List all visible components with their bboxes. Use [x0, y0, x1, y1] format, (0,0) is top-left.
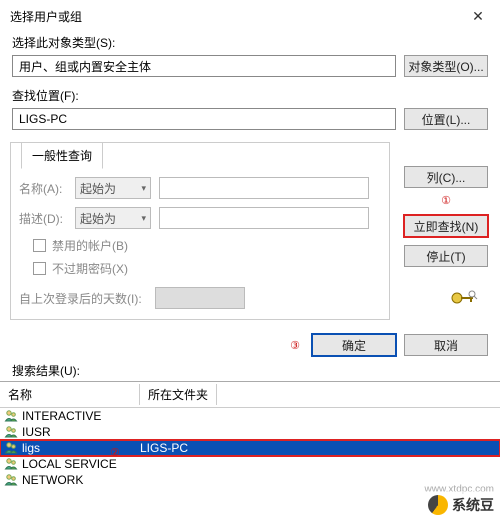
- dialog-title: 选择用户或组: [10, 8, 82, 25]
- non-expiring-password-checkbox[interactable]: [33, 262, 46, 275]
- non-expiring-password-label: 不过期密码(X): [52, 260, 128, 277]
- object-type-label: 选择此对象类型(S):: [0, 30, 500, 53]
- table-row[interactable]: ligs LIGS-PC: [0, 440, 500, 456]
- desc-input[interactable]: [159, 207, 369, 229]
- close-button[interactable]: ✕: [464, 6, 492, 26]
- row-name: LOCAL SERVICE: [22, 457, 117, 471]
- table-row[interactable]: IUSR: [0, 424, 500, 440]
- days-since-logon-label: 自上次登录后的天数(I):: [19, 290, 147, 307]
- desc-match-combo[interactable]: 起始为▾: [75, 207, 151, 229]
- desc-label: 描述(D):: [19, 210, 67, 227]
- user-group-icon: [4, 473, 18, 487]
- object-type-field[interactable]: 用户、组或内置安全主体: [12, 55, 396, 77]
- table-row[interactable]: LOCAL SERVICE: [0, 456, 500, 472]
- search-key-icon: [450, 290, 478, 306]
- results-header[interactable]: 名称 所在文件夹: [0, 382, 500, 408]
- row-name: INTERACTIVE: [22, 409, 101, 423]
- user-group-icon: [4, 409, 18, 423]
- disabled-accounts-checkbox[interactable]: [33, 239, 46, 252]
- name-match-combo[interactable]: 起始为▾: [75, 177, 151, 199]
- titlebar: 选择用户或组 ✕: [0, 0, 500, 30]
- tab-general-query[interactable]: 一般性查询: [21, 142, 103, 169]
- table-row[interactable]: INTERACTIVE: [0, 408, 500, 424]
- user-group-icon: [4, 425, 18, 439]
- chevron-down-icon: ▾: [141, 183, 146, 194]
- location-label: 查找位置(F):: [0, 83, 500, 106]
- days-since-logon-combo[interactable]: [155, 287, 245, 309]
- col-folder[interactable]: 所在文件夹: [140, 384, 217, 405]
- row-folder: LIGS-PC: [140, 441, 188, 455]
- watermark-logo-icon: [428, 495, 448, 515]
- watermark: 系统豆: [422, 491, 500, 519]
- ok-button[interactable]: 确定: [312, 334, 396, 356]
- watermark-text: 系统豆: [452, 495, 494, 515]
- stop-button[interactable]: 停止(T): [404, 245, 488, 267]
- locations-button[interactable]: 位置(L)...: [404, 108, 488, 130]
- find-now-button[interactable]: 立即查找(N): [404, 215, 488, 237]
- query-section: 一般性查询 名称(A): 起始为▾ 描述(D): 起始为▾ 禁用的帐户(B) 不…: [10, 142, 390, 320]
- name-input[interactable]: [159, 177, 369, 199]
- row-name: NETWORK: [22, 473, 83, 487]
- annotation-3: ③: [290, 339, 300, 352]
- name-label: 名称(A):: [19, 180, 67, 197]
- user-group-icon: [4, 441, 18, 455]
- user-group-icon: [4, 457, 18, 471]
- row-name: ligs: [22, 441, 40, 455]
- row-name: IUSR: [22, 425, 51, 439]
- annotation-1: ①: [441, 196, 451, 207]
- results-list: 名称 所在文件夹 INTERACTIVE IUSR ligs LIGS-PC LOCAL…: [0, 381, 500, 488]
- object-types-button[interactable]: 对象类型(O)...: [404, 55, 488, 77]
- disabled-accounts-label: 禁用的帐户(B): [52, 237, 128, 254]
- columns-button[interactable]: 列(C)...: [404, 166, 488, 188]
- col-name[interactable]: 名称: [0, 384, 140, 405]
- chevron-down-icon: ▾: [141, 213, 146, 224]
- annotation-2: ②: [110, 446, 120, 459]
- location-field[interactable]: LIGS-PC: [12, 108, 396, 130]
- results-label: 搜索结果(U):: [0, 360, 500, 381]
- cancel-button[interactable]: 取消: [404, 334, 488, 356]
